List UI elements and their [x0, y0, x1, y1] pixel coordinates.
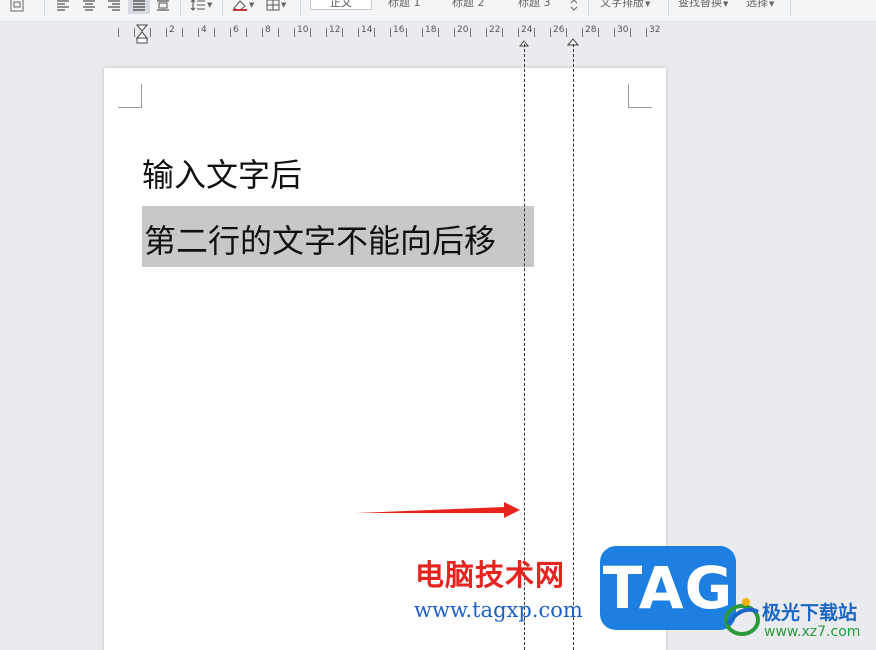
ruler-number: 2: [169, 25, 175, 35]
ruler-tick: [342, 28, 343, 37]
ribbon-toolbar: ▼ ▼ ▼ 正文 标题 1 标题 2 标题 3 文字排版▼ 查找替换▼ 选择▼: [0, 0, 876, 22]
text-layout-button[interactable]: 文字排版▼: [600, 0, 650, 10]
indent-guide-line: [573, 44, 574, 650]
justify-icon[interactable]: [128, 0, 150, 14]
ruler-tick: [422, 28, 423, 37]
xz-site-url: www.xz7.com: [764, 624, 861, 640]
borders-icon[interactable]: ▼: [266, 0, 286, 14]
ruler-tick: [150, 28, 151, 37]
ruler-number: 22: [489, 25, 501, 35]
ruler-number: 28: [585, 25, 597, 35]
paragraph-line-1[interactable]: 输入文字后: [142, 150, 302, 196]
find-replace-button[interactable]: 查找替换▼: [678, 0, 728, 10]
watermark-site-name: 电脑技术网: [415, 558, 566, 592]
ruler-tick: [454, 28, 455, 37]
style-heading1[interactable]: 标题 1: [388, 0, 421, 10]
ruler-tick: [518, 28, 519, 37]
ruler-tick: [598, 28, 599, 37]
ruler-tick: [134, 28, 135, 37]
ruler-tick: [198, 28, 199, 37]
tag-logo: TAG: [600, 546, 736, 630]
ruler-tick: [406, 28, 407, 37]
paragraph-line-2-selected[interactable]: 第二行的文字不能向后移: [142, 206, 534, 267]
margin-corner-mark: [118, 84, 142, 108]
ruler-tick: [550, 28, 551, 37]
ruler-number: 18: [425, 25, 437, 35]
ruler-tick: [390, 28, 391, 37]
ruler-number: 20: [457, 25, 469, 35]
style-normal[interactable]: 正文: [310, 0, 372, 10]
style-heading2[interactable]: 标题 2: [452, 0, 485, 10]
margin-corner-mark: [628, 84, 652, 108]
ruler-tick: [646, 28, 647, 37]
shading-icon[interactable]: ▼: [232, 0, 254, 14]
ruler-tick: [486, 28, 487, 37]
first-line-indent-marker[interactable]: [135, 24, 149, 48]
horizontal-ruler[interactable]: 2 4 6 8 10 12 14 16 18 20 22 24 26 28 30 32: [0, 22, 876, 47]
ruler-tick: [630, 28, 631, 37]
ruler-number: 16: [393, 25, 405, 35]
style-pane-icon[interactable]: [10, 0, 24, 14]
ruler-tick: [214, 28, 215, 37]
ruler-tick: [502, 28, 503, 37]
ruler-number: 12: [329, 25, 341, 35]
ruler-tick: [374, 28, 375, 37]
align-center-icon[interactable]: [82, 0, 96, 14]
style-scroll-icon[interactable]: [570, 0, 578, 14]
ruler-number: 4: [201, 25, 207, 35]
ruler-number: 6: [233, 25, 239, 35]
xz-logo-icon: [722, 594, 762, 642]
ruler-tick: [358, 28, 359, 37]
ruler-tick: [310, 28, 311, 37]
line-spacing-icon[interactable]: ▼: [190, 0, 212, 14]
ruler-tick: [230, 28, 231, 37]
watermark-site-url: www.tagxp.com: [414, 598, 583, 622]
ruler-tick: [166, 28, 167, 37]
style-heading3[interactable]: 标题 3: [518, 0, 551, 10]
red-arrow-icon: [356, 500, 522, 524]
ruler-tick: [278, 28, 279, 37]
ruler-tick: [582, 28, 583, 37]
ruler-tick: [262, 28, 263, 37]
ruler-tick: [182, 28, 183, 37]
ruler-tick: [118, 28, 119, 37]
ruler-number: 8: [265, 25, 271, 35]
ruler-tick: [534, 28, 535, 37]
document-page[interactable]: 输入文字后 第二行的文字不能向后移: [104, 68, 666, 650]
ruler-tick: [566, 28, 567, 37]
ruler-tick: [614, 28, 615, 37]
ruler-number: 32: [649, 25, 661, 35]
ruler-number: 30: [617, 25, 629, 35]
ruler-tick: [470, 28, 471, 37]
ruler-number: 26: [553, 25, 565, 35]
ruler-tick: [326, 28, 327, 37]
ruler-tick: [294, 28, 295, 37]
distributed-align-icon[interactable]: [156, 0, 170, 14]
ruler-tick: [246, 28, 247, 37]
xz-site-name: 极光下载站: [762, 602, 858, 624]
align-left-icon[interactable]: [56, 0, 70, 14]
ruler-tick: [438, 28, 439, 37]
align-right-icon[interactable]: [107, 0, 121, 14]
ruler-number: 10: [297, 25, 309, 35]
ruler-number: 24: [521, 25, 533, 35]
select-button[interactable]: 选择▼: [746, 0, 774, 10]
ruler-number: 14: [361, 25, 373, 35]
